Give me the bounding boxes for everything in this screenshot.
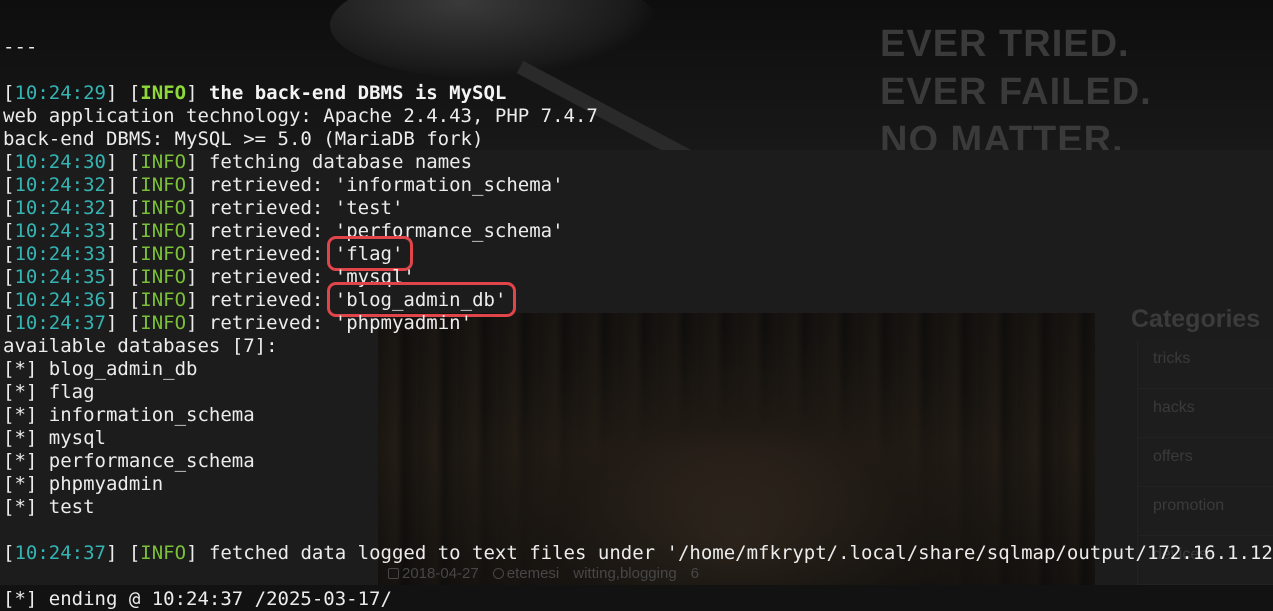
terminal-line: available databases [7]: — [3, 335, 278, 357]
terminal-line: [*] test — [3, 496, 95, 518]
terminal-output[interactable]: --- [10:24:29] [INFO] the back-end DBMS … — [0, 0, 1273, 610]
log-level: INFO — [140, 243, 187, 265]
terminal-line: [10:24:33] [INFO] retrieved: 'performanc… — [3, 220, 564, 242]
terminal-line: [*] ending @ 10:24:37 /2025-03-17/ — [3, 588, 392, 610]
terminal-line: [10:24:32] [INFO] retrieved: 'informatio… — [3, 174, 564, 196]
terminal-line: [10:24:33] [INFO] retrieved: 'flag' — [3, 236, 1273, 271]
terminal-line: back-end DBMS: MySQL >= 5.0 (MariaDB for… — [3, 128, 484, 150]
terminal-line: [10:24:36] [INFO] retrieved: 'blog_admin… — [3, 282, 1273, 317]
terminal-line: [10:24:35] [INFO] retrieved: 'mysql' — [3, 266, 415, 288]
log-level: INFO — [140, 312, 187, 334]
log-message: retrieved: 'phpmyadmin' — [208, 312, 473, 334]
log-level: INFO — [140, 542, 187, 564]
terminal-line: web application technology: Apache 2.4.4… — [3, 105, 598, 127]
terminal-separator: --- — [3, 36, 38, 58]
log-message: retrieved: 'information_schema' — [208, 174, 564, 196]
terminal-line: [10:24:29] [INFO] the back-end DBMS is M… — [3, 82, 507, 104]
terminal-line: [10:24:30] [INFO] fetching database name… — [3, 151, 473, 173]
log-message: fetching database names — [208, 151, 473, 173]
log-level: INFO — [140, 82, 187, 104]
terminal-line: [10:24:37] [INFO] retrieved: 'phpmyadmin… — [3, 312, 473, 334]
log-timestamp: 10:24:30 — [14, 151, 106, 173]
terminal-line: [10:24:37] [INFO] fetched data logged to… — [3, 542, 1273, 565]
terminal-line: [*] mysql — [3, 427, 106, 449]
log-timestamp: 10:24:37 — [14, 312, 106, 334]
log-message: retrieved: 'test' — [208, 197, 404, 219]
terminal-line: [*] information_schema — [3, 404, 255, 426]
log-timestamp: 10:24:29 — [14, 82, 106, 104]
log-timestamp: 10:24:33 — [14, 220, 106, 242]
log-level: INFO — [140, 220, 187, 242]
highlighted-value: 'flag' — [326, 236, 414, 271]
highlighted-value: 'blog_admin_db' — [326, 282, 517, 317]
log-timestamp: 10:24:32 — [14, 174, 106, 196]
log-timestamp: 10:24:36 — [14, 289, 106, 311]
log-timestamp: 10:24:32 — [14, 197, 106, 219]
terminal-line: [*] performance_schema — [3, 450, 255, 472]
log-timestamp: 10:24:35 — [14, 266, 106, 288]
terminal-line: [10:24:32] [INFO] retrieved: 'test' — [3, 197, 404, 219]
log-timestamp: 10:24:37 — [14, 542, 106, 564]
log-timestamp: 10:24:33 — [14, 243, 106, 265]
terminal-line: [*] phpmyadmin — [3, 473, 164, 495]
log-level: INFO — [140, 174, 187, 196]
log-message: retrieved: — [208, 243, 335, 265]
log-message: the back-end DBMS is MySQL — [208, 82, 507, 104]
log-message: retrieved: — [208, 289, 335, 311]
log-message: fetched data logged to text files under … — [208, 542, 1273, 564]
terminal-line: [*] flag — [3, 381, 95, 403]
log-level: INFO — [140, 151, 187, 173]
log-level: INFO — [140, 197, 187, 219]
log-level: INFO — [140, 266, 187, 288]
log-level: INFO — [140, 289, 187, 311]
terminal-line: [*] blog_admin_db — [3, 358, 198, 380]
